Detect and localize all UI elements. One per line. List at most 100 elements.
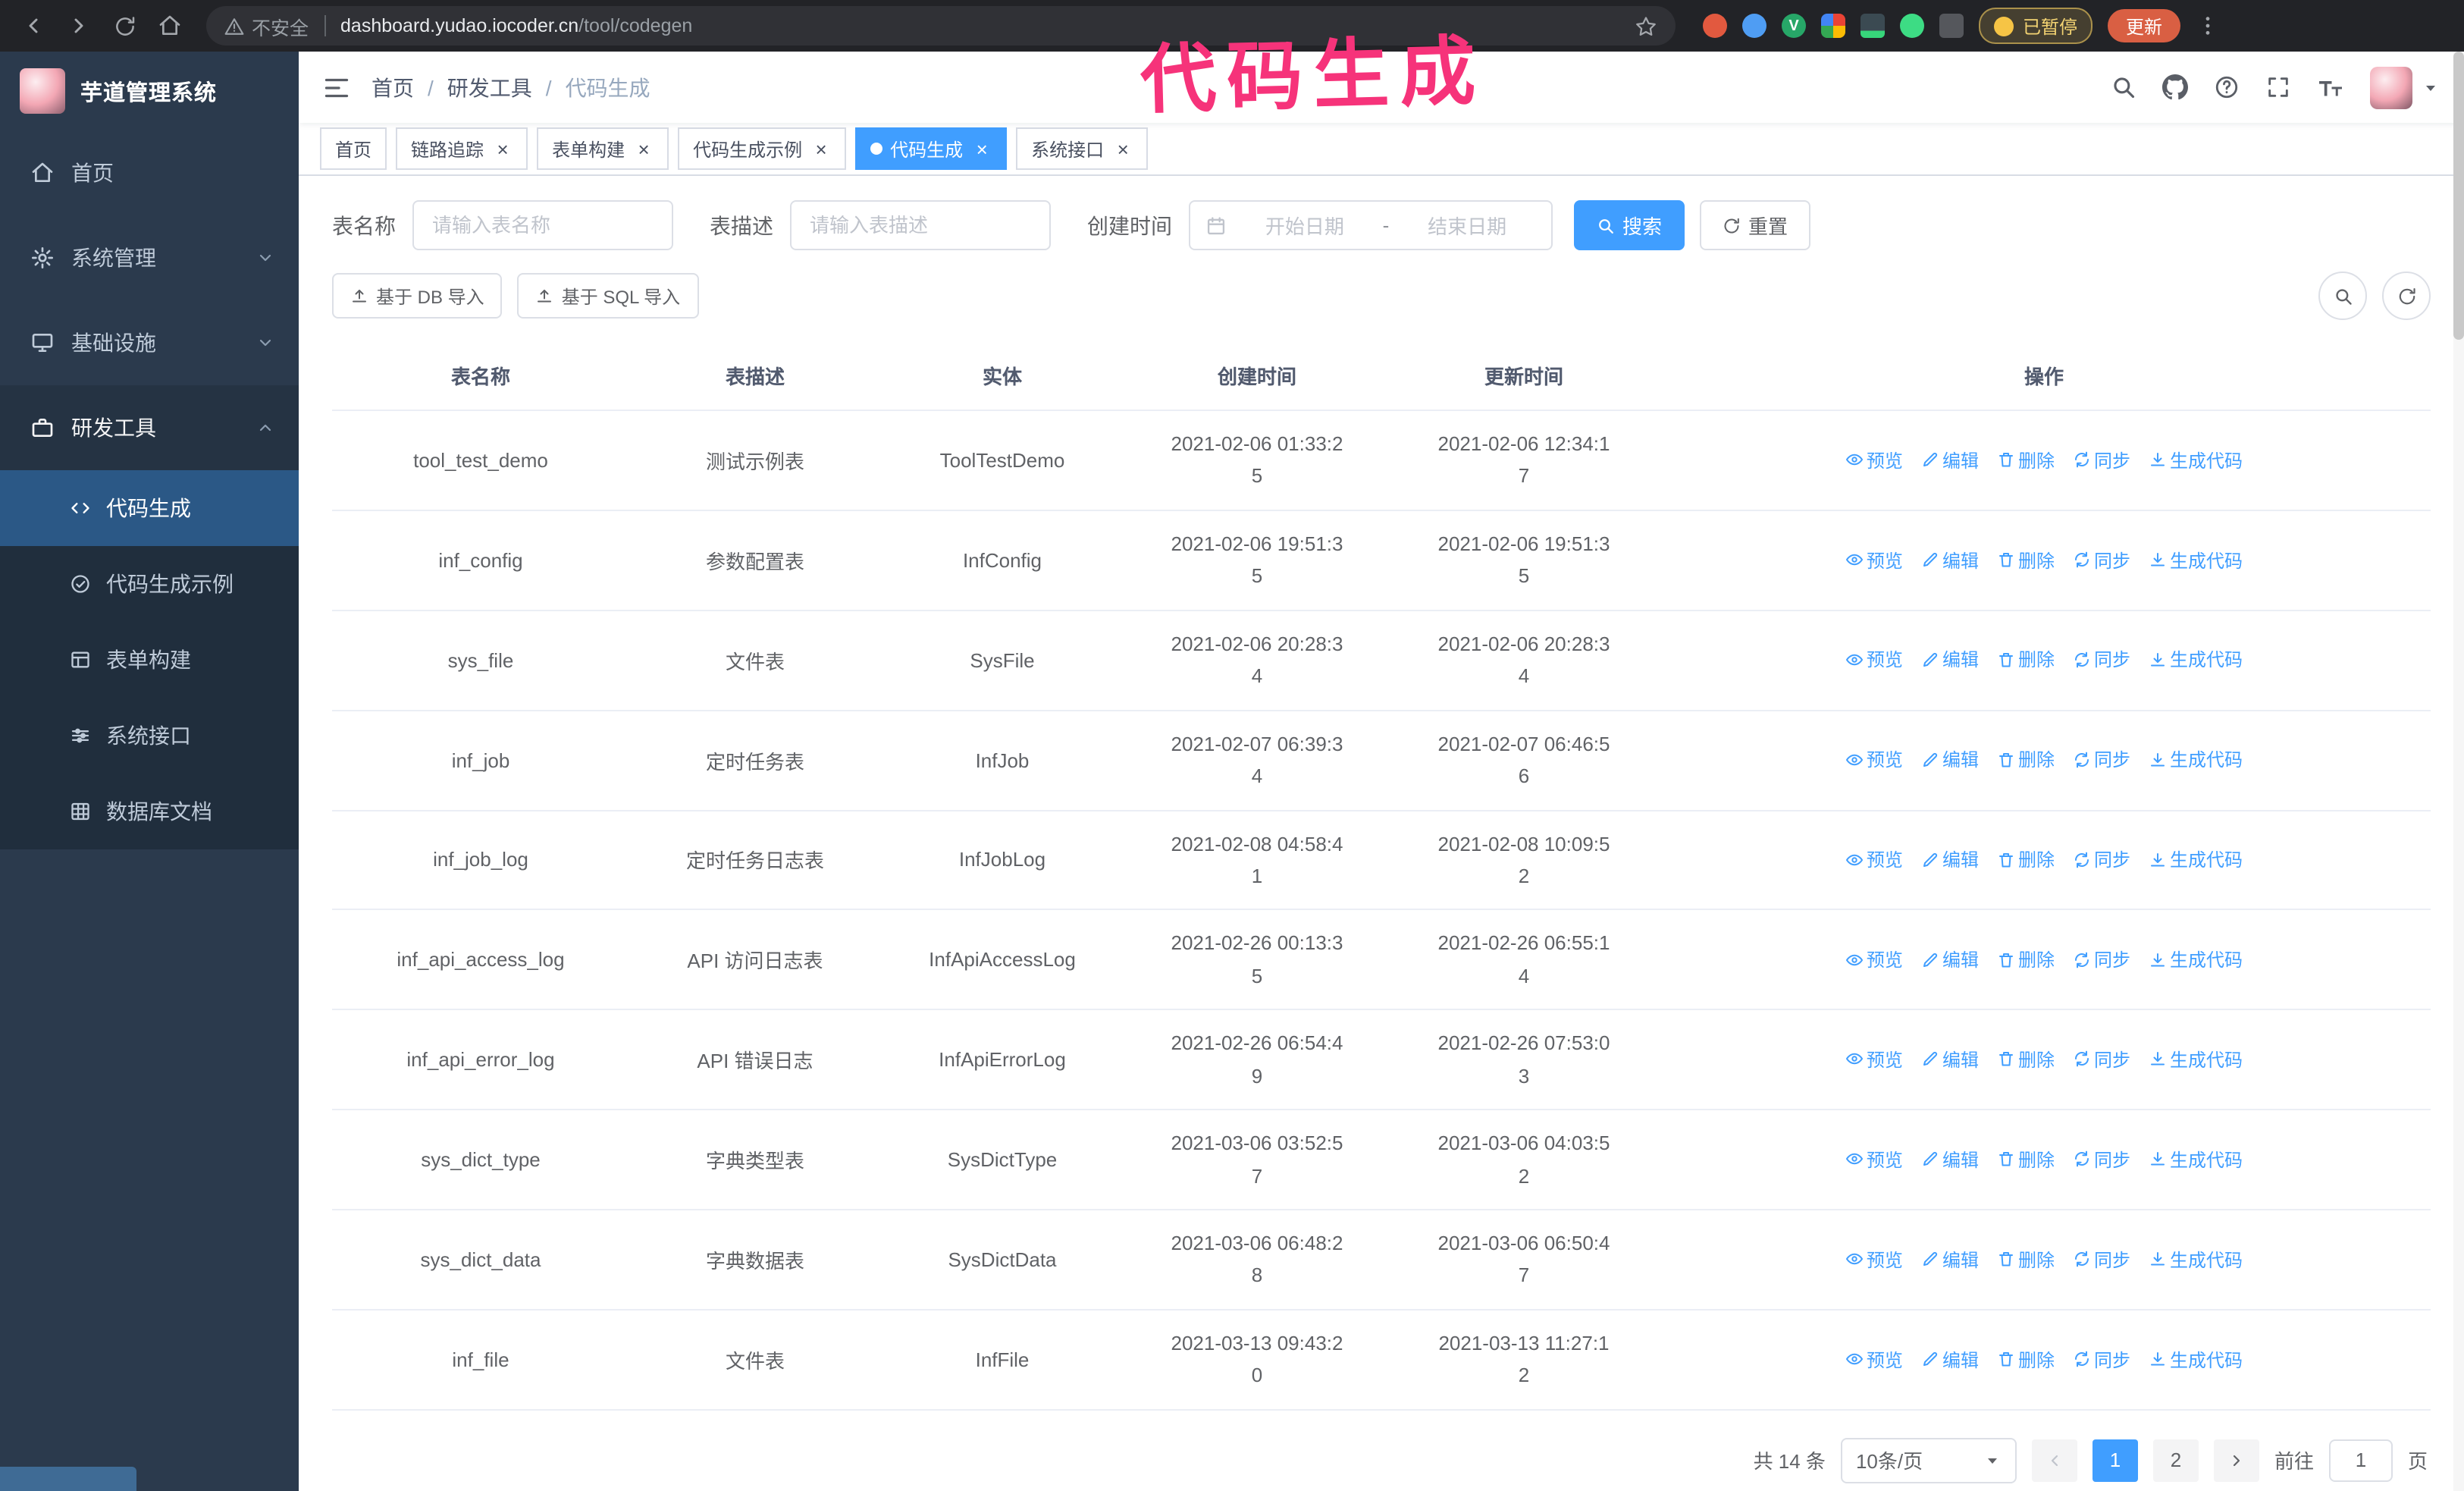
generate-link[interactable]: 生成代码 — [2149, 647, 2243, 673]
browser-reload-button[interactable] — [103, 5, 146, 47]
delete-link[interactable]: 删除 — [1997, 447, 2055, 472]
delete-link[interactable]: 删除 — [1997, 747, 2055, 773]
tab-trace[interactable]: 链路追踪 × — [396, 127, 528, 170]
preview-link[interactable]: 预览 — [1845, 547, 1903, 573]
extension-icon-6[interactable] — [1900, 14, 1924, 38]
toggle-search-button[interactable] — [2318, 272, 2367, 320]
browser-menu-button[interactable] — [2196, 14, 2220, 38]
user-menu[interactable] — [2370, 66, 2440, 108]
github-link[interactable] — [2162, 74, 2188, 100]
paused-badge[interactable]: 已暂停 — [1979, 8, 2093, 44]
tab-form-builder[interactable]: 表单构建 × — [537, 127, 669, 170]
edit-link[interactable]: 编辑 — [1921, 647, 1979, 673]
edit-link[interactable]: 编辑 — [1921, 846, 1979, 872]
page-button-1[interactable]: 1 — [2092, 1439, 2138, 1482]
breadcrumb-dev-tools[interactable]: 研发工具 — [447, 72, 532, 102]
extension-icon-1[interactable] — [1703, 14, 1727, 38]
sync-link[interactable]: 同步 — [2073, 647, 2130, 673]
preview-link[interactable]: 预览 — [1845, 1246, 1903, 1272]
help-button[interactable] — [2214, 74, 2240, 100]
page-scrollbar[interactable] — [2453, 52, 2464, 1491]
fullscreen-button[interactable] — [2265, 74, 2291, 100]
extension-icon-7[interactable] — [1939, 14, 1964, 38]
page-button-2[interactable]: 2 — [2152, 1439, 2199, 1482]
generate-link[interactable]: 生成代码 — [2149, 1346, 2243, 1372]
delete-link[interactable]: 删除 — [1997, 647, 2055, 673]
header-search-button[interactable] — [2111, 74, 2136, 100]
sync-link[interactable]: 同步 — [2073, 1147, 2130, 1172]
delete-link[interactable]: 删除 — [1997, 846, 2055, 872]
sync-link[interactable]: 同步 — [2073, 846, 2130, 872]
edit-link[interactable]: 编辑 — [1921, 447, 1979, 472]
browser-update-button[interactable]: 更新 — [2108, 9, 2181, 42]
scrollbar-thumb[interactable] — [2453, 52, 2464, 340]
address-bar[interactable]: 不安全 dashboard.yudao.iocoder.cn/tool/code… — [206, 6, 1676, 46]
generate-link[interactable]: 生成代码 — [2149, 846, 2243, 872]
preview-link[interactable]: 预览 — [1845, 447, 1903, 472]
edit-link[interactable]: 编辑 — [1921, 1246, 1979, 1272]
preview-link[interactable]: 预览 — [1845, 1147, 1903, 1172]
security-chip[interactable]: 不安全 — [224, 11, 309, 40]
preview-link[interactable]: 预览 — [1845, 846, 1903, 872]
generate-link[interactable]: 生成代码 — [2149, 547, 2243, 573]
sync-link[interactable]: 同步 — [2073, 547, 2130, 573]
sidebar-item-code-generation[interactable]: 代码生成 — [0, 470, 299, 546]
reset-button[interactable]: 重置 — [1700, 200, 1811, 250]
preview-link[interactable]: 预览 — [1845, 747, 1903, 773]
delete-link[interactable]: 删除 — [1997, 1047, 2055, 1072]
browser-home-button[interactable] — [149, 5, 191, 47]
close-icon[interactable]: × — [972, 139, 992, 159]
sidebar-item-infrastructure[interactable]: 基础设施 — [0, 300, 299, 385]
sidebar-item-home[interactable]: 首页 — [0, 130, 299, 215]
sync-link[interactable]: 同步 — [2073, 447, 2130, 472]
delete-link[interactable]: 删除 — [1997, 1246, 2055, 1272]
edit-link[interactable]: 编辑 — [1921, 747, 1979, 773]
delete-link[interactable]: 删除 — [1997, 547, 2055, 573]
generate-link[interactable]: 生成代码 — [2149, 1047, 2243, 1072]
generate-link[interactable]: 生成代码 — [2149, 1246, 2243, 1272]
edit-link[interactable]: 编辑 — [1921, 1147, 1979, 1172]
page-size-select[interactable]: 10条/页 — [1840, 1437, 2017, 1483]
goto-page-input[interactable] — [2328, 1439, 2393, 1482]
sync-link[interactable]: 同步 — [2073, 1047, 2130, 1072]
font-size-button[interactable] — [2317, 74, 2344, 101]
edit-link[interactable]: 编辑 — [1921, 1047, 1979, 1072]
sidebar-item-system-management[interactable]: 系统管理 — [0, 215, 299, 300]
next-page-button[interactable] — [2213, 1439, 2259, 1482]
generate-link[interactable]: 生成代码 — [2149, 946, 2243, 972]
sidebar-toggle[interactable] — [323, 74, 350, 101]
bookmark-star-icon[interactable] — [1635, 14, 1657, 37]
date-range-picker[interactable]: 开始日期 - 结束日期 — [1189, 200, 1553, 250]
edit-link[interactable]: 编辑 — [1921, 1346, 1979, 1372]
sync-link[interactable]: 同步 — [2073, 747, 2130, 773]
sync-link[interactable]: 同步 — [2073, 1246, 2130, 1272]
sync-link[interactable]: 同步 — [2073, 1346, 2130, 1372]
extension-icon-3[interactable]: V — [1782, 14, 1806, 38]
sidebar-item-system-api[interactable]: 系统接口 — [0, 698, 299, 774]
generate-link[interactable]: 生成代码 — [2149, 447, 2243, 472]
sidebar-item-dev-tools[interactable]: 研发工具 — [0, 385, 299, 470]
sync-link[interactable]: 同步 — [2073, 946, 2130, 972]
tab-codegen-example[interactable]: 代码生成示例 × — [678, 127, 847, 170]
preview-link[interactable]: 预览 — [1845, 1047, 1903, 1072]
sidebar-item-database-docs[interactable]: 数据库文档 — [0, 774, 299, 849]
search-button[interactable]: 搜索 — [1574, 200, 1685, 250]
tab-system-api[interactable]: 系统接口 × — [1016, 127, 1149, 170]
breadcrumb-home[interactable]: 首页 — [371, 72, 414, 102]
import-sql-button[interactable]: 基于 SQL 导入 — [517, 273, 699, 319]
table-name-input[interactable] — [412, 200, 673, 250]
close-icon[interactable]: × — [634, 139, 654, 159]
prev-page-button[interactable] — [2031, 1439, 2077, 1482]
delete-link[interactable]: 删除 — [1997, 1346, 2055, 1372]
extension-icon-5[interactable] — [1861, 14, 1885, 38]
sidebar-item-codegen-example[interactable]: 代码生成示例 — [0, 546, 299, 622]
tab-home[interactable]: 首页 — [320, 127, 387, 170]
delete-link[interactable]: 删除 — [1997, 1147, 2055, 1172]
close-icon[interactable]: × — [811, 139, 831, 159]
delete-link[interactable]: 删除 — [1997, 946, 2055, 972]
preview-link[interactable]: 预览 — [1845, 1346, 1903, 1372]
generate-link[interactable]: 生成代码 — [2149, 1147, 2243, 1172]
browser-forward-button[interactable] — [58, 5, 100, 47]
import-db-button[interactable]: 基于 DB 导入 — [332, 273, 503, 319]
sidebar-item-form-builder[interactable]: 表单构建 — [0, 622, 299, 698]
